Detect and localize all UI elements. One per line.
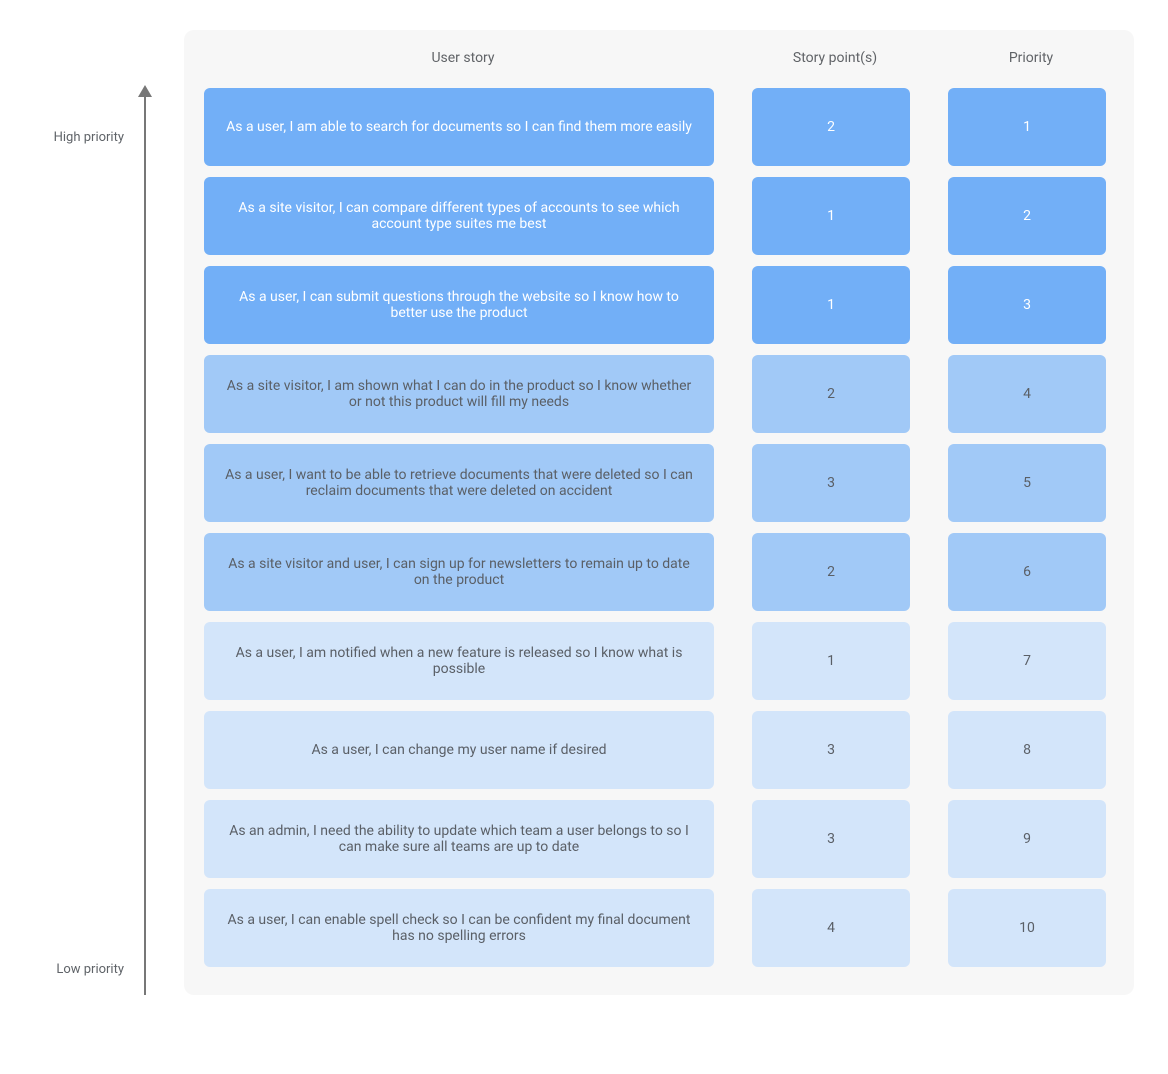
user-story-cell: As a user, I can enable spell check so I… <box>204 889 714 967</box>
backlog-row: As an admin, I need the ability to updat… <box>204 800 1114 878</box>
header-story-points: Story point(s) <box>756 50 914 66</box>
user-story-cell: As a site visitor, I am shown what I can… <box>204 355 714 433</box>
backlog-rows: As a user, I am able to search for docum… <box>204 88 1114 967</box>
backlog-panel: User story Story point(s) Priority As a … <box>184 30 1134 995</box>
backlog-row: As a user, I can change my user name if … <box>204 711 1114 789</box>
story-points-cell: 2 <box>752 355 910 433</box>
priority-cell: 10 <box>948 889 1106 967</box>
user-story-cell: As a user, I can submit questions throug… <box>204 266 714 344</box>
story-points-cell: 4 <box>752 889 910 967</box>
priority-cell: 1 <box>948 88 1106 166</box>
backlog-row: As a user, I can submit questions throug… <box>204 266 1114 344</box>
user-story-cell: As a user, I am notified when a new feat… <box>204 622 714 700</box>
priority-cell: 5 <box>948 444 1106 522</box>
user-story-cell: As an admin, I need the ability to updat… <box>204 800 714 878</box>
story-points-cell: 3 <box>752 444 910 522</box>
story-points-cell: 2 <box>752 533 910 611</box>
story-points-cell: 2 <box>752 88 910 166</box>
header-user-story: User story <box>208 50 718 66</box>
priority-cell: 6 <box>948 533 1106 611</box>
backlog-row: As a user, I am notified when a new feat… <box>204 622 1114 700</box>
story-points-cell: 3 <box>752 800 910 878</box>
axis-low-label: Low priority <box>56 962 124 977</box>
user-story-cell: As a user, I want to be able to retrieve… <box>204 444 714 522</box>
priority-cell: 9 <box>948 800 1106 878</box>
backlog-diagram: High priority Low priority User story St… <box>34 30 1134 995</box>
user-story-cell: As a site visitor, I can compare differe… <box>204 177 714 255</box>
priority-cell: 4 <box>948 355 1106 433</box>
axis-high-label: High priority <box>54 130 124 145</box>
axis-line <box>144 90 146 995</box>
story-points-cell: 3 <box>752 711 910 789</box>
story-points-cell: 1 <box>752 177 910 255</box>
priority-cell: 7 <box>948 622 1106 700</box>
user-story-cell: As a user, I can change my user name if … <box>204 711 714 789</box>
backlog-row: As a site visitor, I am shown what I can… <box>204 355 1114 433</box>
backlog-row: As a user, I want to be able to retrieve… <box>204 444 1114 522</box>
story-points-cell: 1 <box>752 622 910 700</box>
backlog-row: As a site visitor, I can compare differe… <box>204 177 1114 255</box>
priority-axis: High priority Low priority <box>34 30 184 995</box>
priority-cell: 3 <box>948 266 1106 344</box>
header-priority: Priority <box>952 50 1110 66</box>
user-story-cell: As a site visitor and user, I can sign u… <box>204 533 714 611</box>
user-story-cell: As a user, I am able to search for docum… <box>204 88 714 166</box>
priority-cell: 2 <box>948 177 1106 255</box>
story-points-cell: 1 <box>752 266 910 344</box>
backlog-row: As a user, I can enable spell check so I… <box>204 889 1114 967</box>
column-headers: User story Story point(s) Priority <box>204 50 1114 66</box>
backlog-row: As a site visitor and user, I can sign u… <box>204 533 1114 611</box>
backlog-row: As a user, I am able to search for docum… <box>204 88 1114 166</box>
priority-cell: 8 <box>948 711 1106 789</box>
